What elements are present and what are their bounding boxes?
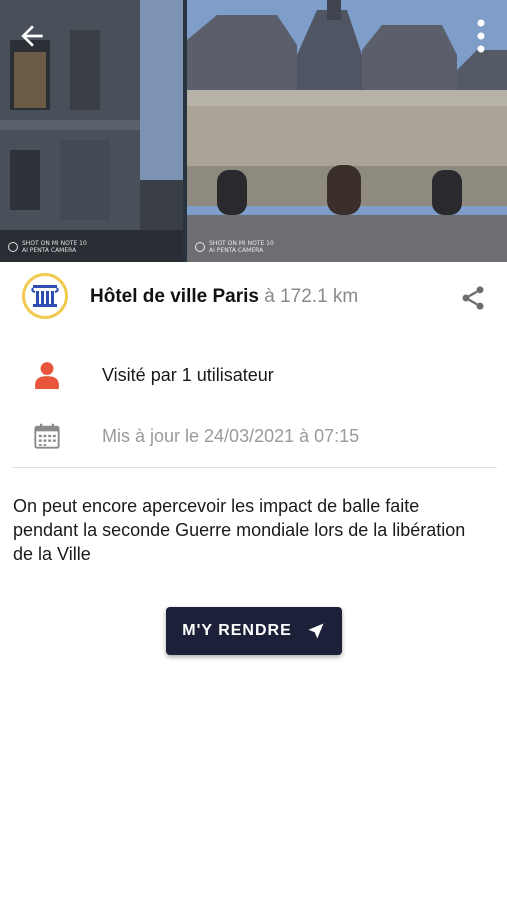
visits-text: Visité par 1 utilisateur [102,364,274,385]
updated-row: Mis à jour le 24/03/2021 à 07:15 [0,418,507,454]
share-icon [462,286,484,310]
more-vertical-icon [477,19,485,53]
visits-row: Visité par 1 utilisateur [0,357,507,393]
gallery-photo-2[interactable]: SHOT ON MI NOTE 10 AI PENTA CAMERA [187,0,507,262]
photo-watermark: SHOT ON MI NOTE 10 AI PENTA CAMERA [195,240,274,254]
navigation-arrow-icon [308,623,324,639]
watermark-text: SHOT ON MI NOTE 10 AI PENTA CAMERA [22,240,87,254]
hotel-de-ville-image [187,0,507,262]
arrow-left-icon [21,25,43,47]
more-options-button[interactable] [469,16,493,56]
photo-gallery[interactable]: SHOT ON MI NOTE 10 AI PENTA CAMERA SHOT … [0,0,507,262]
go-there-label: M'Y RENDRE [182,622,292,639]
watermark-text: SHOT ON MI NOTE 10 AI PENTA CAMERA [209,240,274,254]
visits-icon-wrap [33,361,61,389]
person-icon [35,362,59,389]
calendar-icon [34,423,60,449]
place-description: On peut encore apercevoir les impact de … [13,496,466,564]
photo-watermark: SHOT ON MI NOTE 10 AI PENTA CAMERA [8,240,87,254]
place-title: Hôtel de ville Paris à 172.1 km [90,286,358,308]
place-header: Hôtel de ville Paris à 172.1 km [0,270,507,326]
back-button[interactable] [12,16,52,56]
go-there-button[interactable]: M'Y RENDRE [166,607,342,655]
divider [13,467,497,468]
place-category-logo [22,273,68,319]
updated-icon-wrap [33,422,61,450]
share-button[interactable] [459,284,487,312]
place-name: Hôtel de ville Paris [90,286,259,307]
place-distance: à 172.1 km [258,286,359,307]
camera-watermark-icon [8,242,18,252]
monument-column-icon [31,285,59,307]
updated-text: Mis à jour le 24/03/2021 à 07:15 [102,425,360,446]
camera-watermark-icon [195,242,205,252]
